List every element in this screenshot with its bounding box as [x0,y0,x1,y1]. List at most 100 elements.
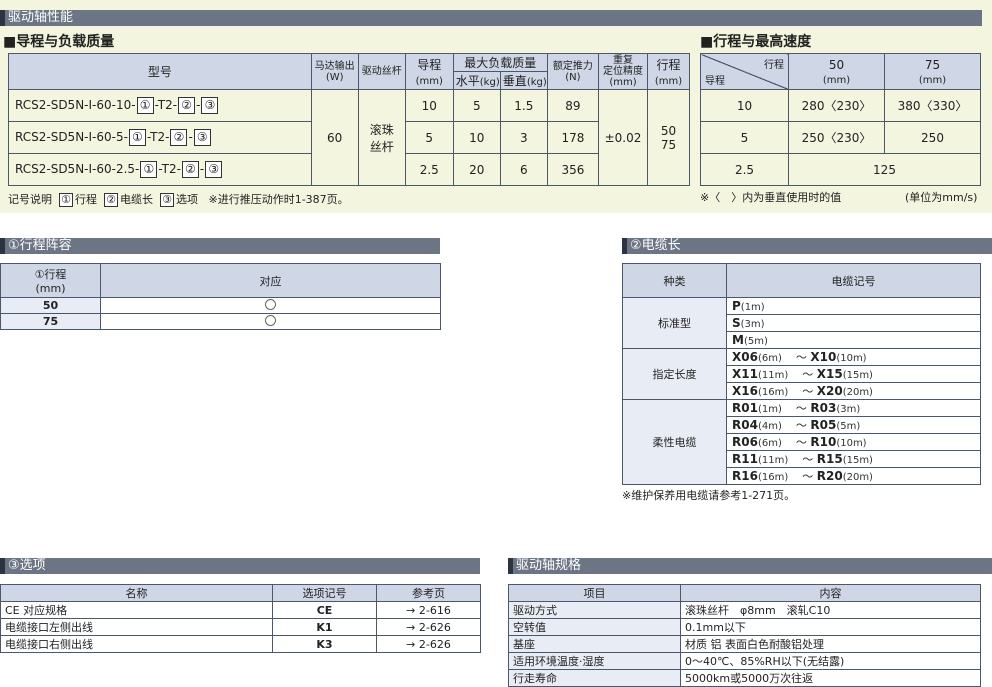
table-row: 50 [0,297,441,314]
load-v-cell: 3 [499,121,548,154]
available-icon [265,314,276,326]
speed-note: ※〈 〉内为垂直使用时的值 [700,191,842,204]
section-bar-stroke: ①行程阵容 [0,238,440,254]
table-row: 75 [0,313,441,330]
spec-item: 基座 [508,635,681,653]
col-load-v: 垂直(kg) [499,71,548,90]
speed-lead: 2.5 [700,153,789,186]
table-row: 行走寿命 5000km或5000万次往返 [508,669,981,687]
speed-cell: 125 [788,153,981,186]
col-cable-type: 种类 [622,263,727,298]
repeat-cell: ±0.02 [597,89,649,186]
speed-col-75: 75 (mm) [884,53,981,90]
model-cell: RCS2-SD5N-I-60-5- ① -T2- ② - ③ [8,121,312,154]
cable-code: X16(16m) ～ X20(20m) [726,382,981,400]
col-stroke: 行程 (mm) [647,53,690,90]
cable-code: S(3m) [726,314,981,332]
col-support: 对应 [100,263,441,298]
option-name: 电缆接口右侧出线 [0,635,273,653]
section-bar-options: ③选项 [0,558,480,574]
col-cable-code: 电缆记号 [726,263,981,298]
lead-cell: 5 [404,121,454,154]
table-row: 驱动方式 滚珠丝杆 φ8mm 滚轧C10 [508,601,981,619]
option-page-link[interactable]: → 2-616 [376,601,481,619]
col-motor: 马达输出 (W) [310,53,359,90]
table-row: RCS2-SD5N-I-60-10- ① -T2- ② - ③ 60 滚珠 丝杆 10 5 … [8,89,690,186]
cable-code: R04(4m) ～ R05(5m) [726,416,981,434]
speed-cell: 280〈230〉 [788,89,885,122]
col-spec-content: 内容 [680,584,981,602]
stroke-cell: 50 75 [647,89,690,186]
load-h-cell: 5 [452,89,501,122]
spec-item: 驱动方式 [508,601,681,619]
table-row: 空转值 0.1mm以下 [508,618,981,636]
col-lead: 导程 (mm) [404,53,454,90]
speed-unit: (单位为mm/s) [905,191,978,204]
thrust-cell: 356 [546,153,599,186]
col-option-code: 选项记号 [272,584,377,602]
col-repeat: 重复 定位精度 (mm) [597,53,649,90]
motor-cell: 60 [310,89,359,186]
model-cell: RCS2-SD5N-I-60-2.5- ① -T2- ② - ③ [8,153,312,186]
lead-cell: 10 [404,89,454,122]
section-bar-cable: ②电缆长 [622,238,992,254]
speed-cell: 250〈230〉 [788,121,885,154]
spec-item: 行走寿命 [508,669,681,687]
table-row: 2.5 125 [700,153,981,186]
thrust-cell: 178 [546,121,599,154]
cable-code: X06(6m) ～ X10(10m) [726,348,981,366]
cable-code: X11(11m) ～ X15(15m) [726,365,981,383]
model-cell: RCS2-SD5N-I-60-10- ① -T2- ② - ③ [8,89,312,122]
table-row: 标准型 P(1m) [622,297,981,349]
table-row: 基座 材质 铝 表面白色耐酸铝处理 [508,635,981,653]
option-code: CE [272,601,377,619]
option-page-link[interactable]: → 2-626 [376,635,481,653]
option-page-link[interactable]: → 2-626 [376,618,481,636]
col-spec-item: 项目 [508,584,681,602]
table-row: 5 250〈230〉 250 [700,121,981,154]
cable-code: R11(11m) ～ R15(15m) [726,450,981,468]
section-bar-performance: 驱动轴性能 [0,10,982,26]
cable-type: 标准型 [622,297,727,349]
legend: 记号说明 ① 行程 ② 电缆长 ③ 选项 ※进行推压动作时1-387页。 [8,193,349,207]
load-h-cell: 20 [452,153,501,186]
col-option-name: 名称 [0,584,273,602]
speed-cell: 250 [884,121,981,154]
cable-code: R01(1m) ～ R03(3m) [726,399,981,417]
available-icon [265,298,276,310]
lead-cell: 2.5 [404,153,454,186]
cable-code: P(1m) [726,297,981,315]
perf-title: ■导程与负载质量 [3,34,115,50]
table-row: 电缆接口右侧出线 K3 → 2-626 [0,635,481,653]
cable-table: 种类 电缆记号 标准型 P(1m) S(3m) M(5m) 指定长度 X06(6… [622,263,981,485]
cable-type: 柔性电缆 [622,399,727,485]
speed-col-50: 50 (mm) [788,53,885,90]
stroke-table: ①行程 (mm) 对应 50 75 [0,263,441,330]
table-row: 适用环境温度·湿度 0～40℃、85%RH以下(无结露) [508,652,981,670]
col-load-h: 水平(kg) [452,71,501,90]
perf-table: 型号 马达输出 (W) 驱动丝杆 导程 (mm) 最大负载质量 额定推力 (N) 重复… [8,53,690,186]
speed-title: ■行程与最高速度 [700,34,812,50]
speed-table: 行程 导程 50 (mm) 75 (mm) 10 280〈230〉 380〈330〉… [700,53,981,186]
col-drive: 驱动丝杆 [357,53,406,90]
option-code: K3 [272,635,377,653]
speed-cell: 380〈330〉 [884,89,981,122]
cable-code: R16(16m) ～ R20(20m) [726,467,981,485]
speed-corner: 行程 导程 [700,53,789,90]
col-load: 最大负载质量 [452,53,548,72]
table-row: CE 对应规格 CE → 2-616 [0,601,481,619]
support-cell [100,313,441,330]
option-name: CE 对应规格 [0,601,273,619]
spec-item: 适用环境温度·湿度 [508,652,681,670]
thrust-cell: 89 [546,89,599,122]
support-cell [100,297,441,314]
spec-table: 项目 内容 驱动方式 滚珠丝杆 φ8mm 滚轧C10 空转值 0.1mm以下 基… [508,584,981,687]
col-option-page: 参考页 [376,584,481,602]
stroke-value: 50 [0,297,101,314]
col-stroke-list: ①行程 (mm) [0,263,101,298]
spec-item: 空转值 [508,618,681,636]
spec-content: 0～40℃、85%RH以下(无结露) [680,652,981,670]
cable-code: M(5m) [726,331,981,349]
options-table: 名称 选项记号 参考页 CE 对应规格 CE → 2-616 电缆接口左侧出线 … [0,584,481,653]
table-row: 柔性电缆 R01(1m) ～ R03(3m) [622,399,981,485]
